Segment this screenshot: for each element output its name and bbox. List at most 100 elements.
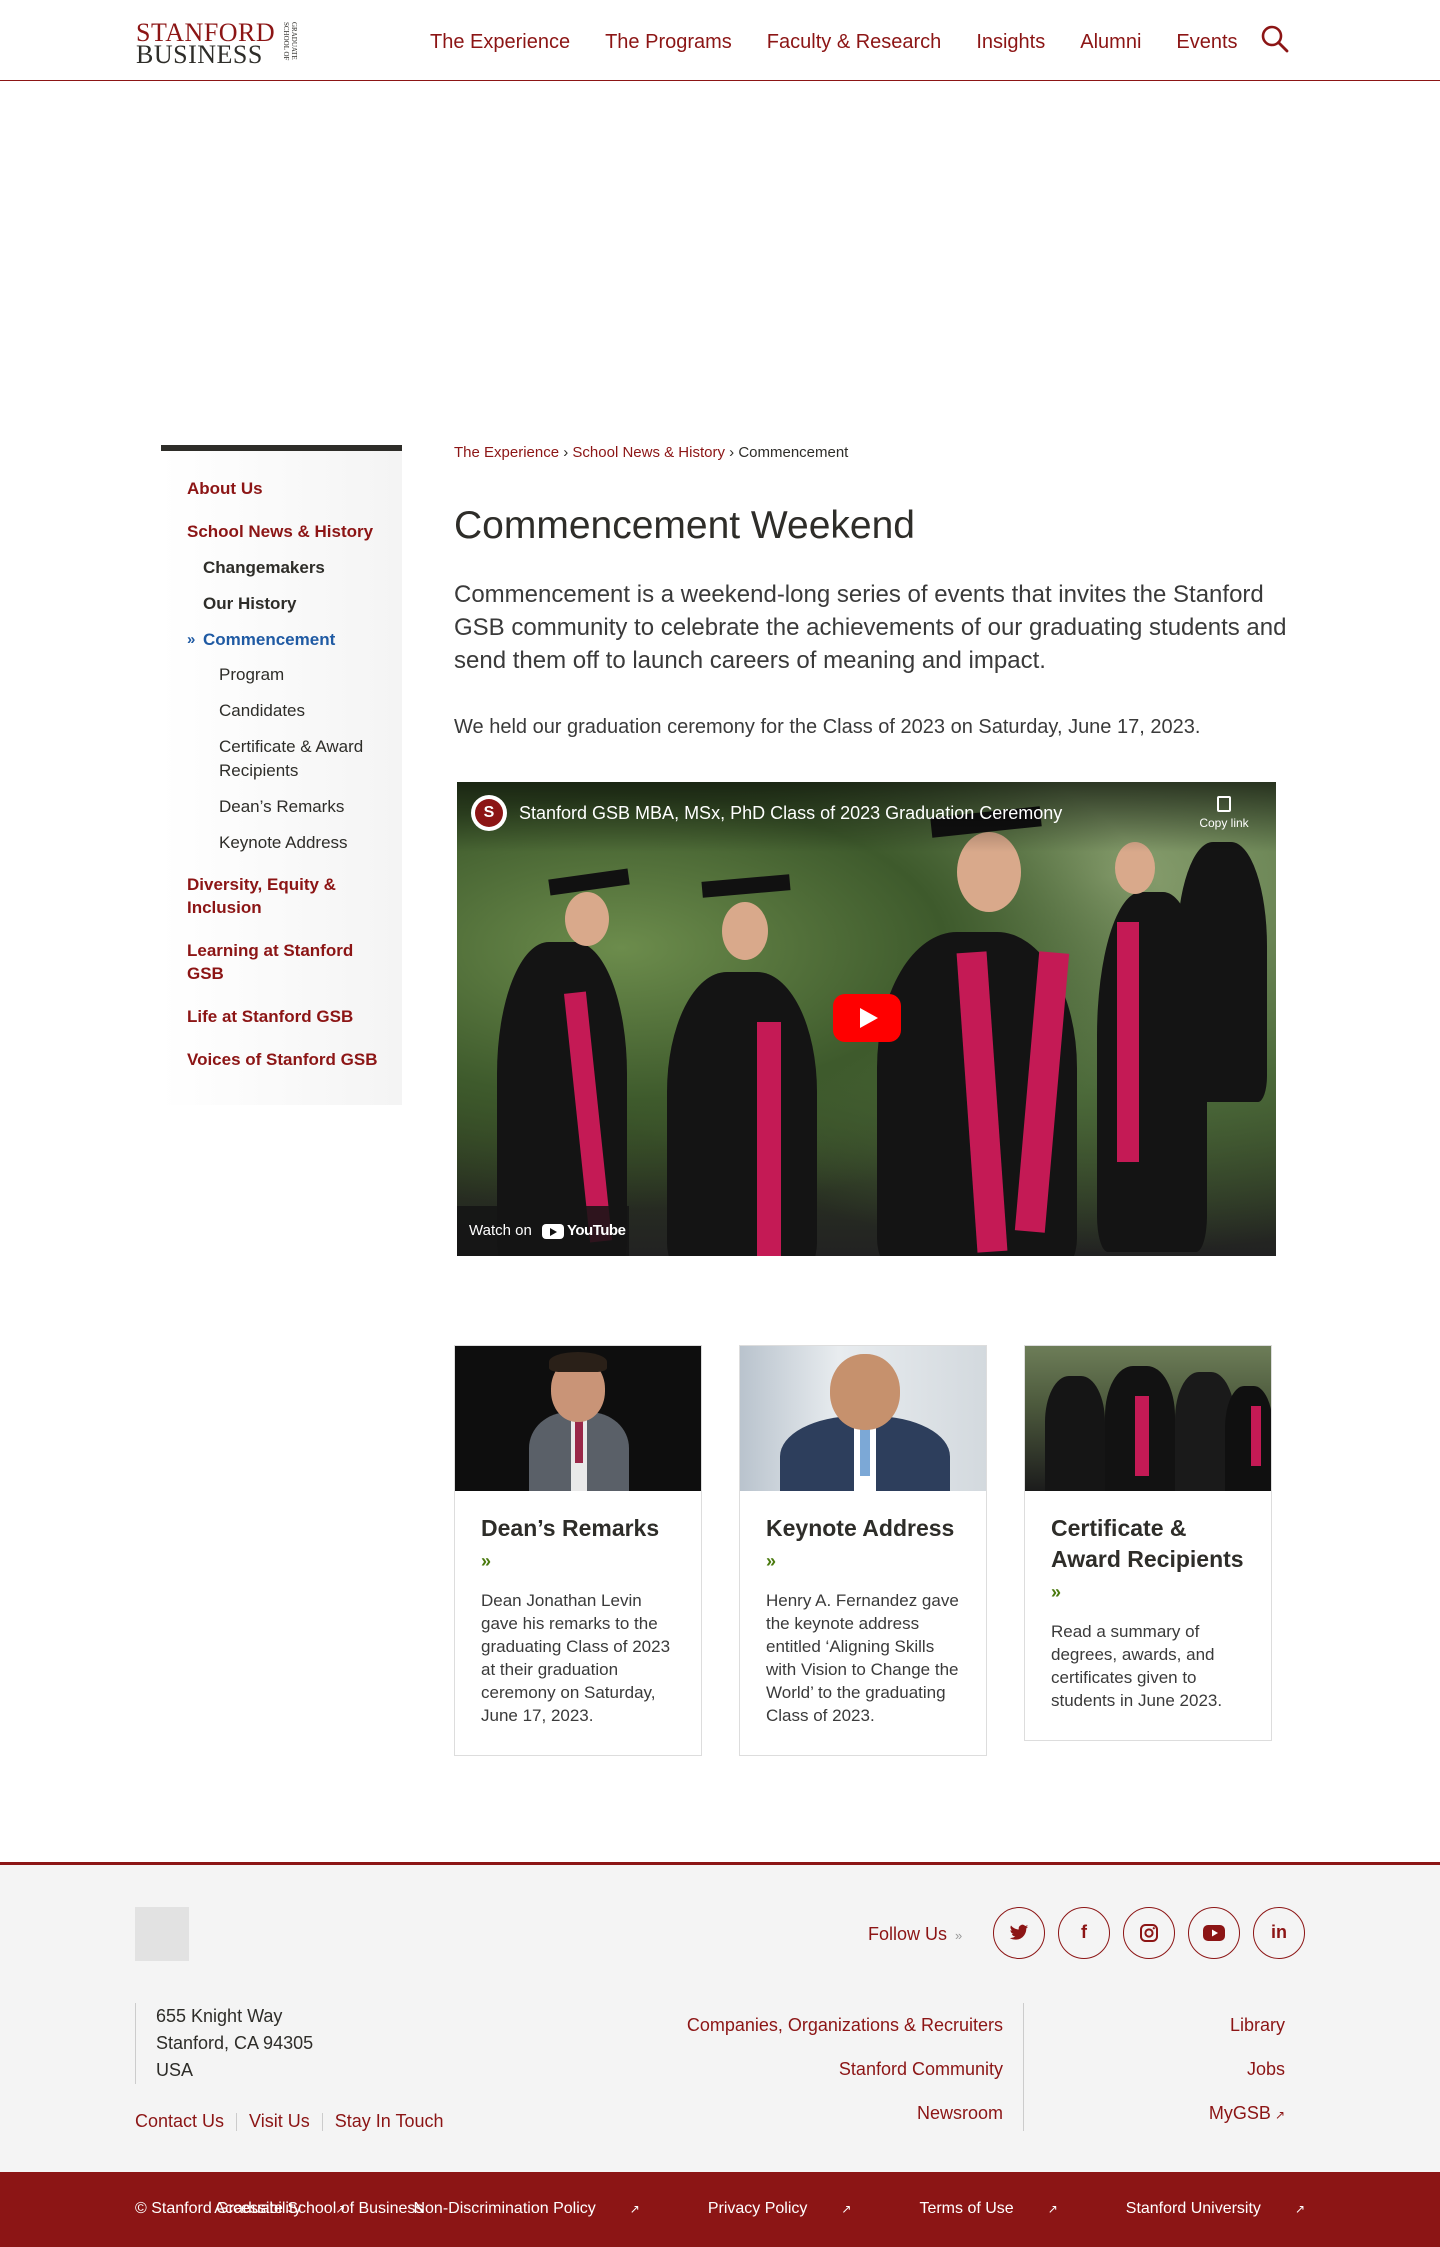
footer-link-jobs[interactable]: Jobs [1247,2059,1285,2079]
legal-link-terms[interactable]: Terms of Use ↗ [885,2200,1057,2218]
footer-link-companies[interactable]: Companies, Organizations & Recruiters [687,2015,1003,2035]
address-line: 655 Knight Way [156,2006,283,2026]
divider [321,2113,323,2132]
external-link-icon: ↗ [335,2202,346,2216]
footer-address: 655 Knight Way Stanford, CA 94305 USA [135,2003,313,2084]
card-certificate-award[interactable]: Certificate & Award Recipients » Read a … [1024,1345,1272,1741]
double-chevron-right-icon: » [955,1928,963,1943]
card-deans-remarks[interactable]: Dean’s Remarks » Dean Jonathan Levin gav… [454,1345,702,1756]
footer-contact-links: Contact Us Visit Us Stay In Touch [135,2111,443,2132]
footer-link-mygsb-label: MyGSB [1208,2103,1271,2123]
legal-link-stanford-university[interactable]: Stanford University ↗ [1092,2200,1305,2218]
sidebar-item-life[interactable]: Life at Stanford GSB [161,1005,402,1028]
youtube-icon[interactable] [1188,1907,1240,1959]
follow-us-label: Follow Us [868,1924,948,1944]
footer-link-contact-us[interactable]: Contact Us [135,2111,224,2131]
card-title[interactable]: Certificate & Award Recipients » [1025,1491,1271,1608]
logo-line-2: BUSINESS [136,40,263,69]
legal-link-non-discrimination[interactable]: Non-Discrimination Policy ↗ [379,2200,639,2218]
follow-us: Follow Us » [868,1924,962,1945]
portrait-tie [860,1424,870,1476]
breadcrumb-school-news[interactable]: School News & History [572,444,725,461]
breadcrumb-current: Commencement [738,444,849,461]
site-header: STANFORD BUSINESS GRADUATE SCHOOL OF The… [0,0,1440,81]
video-title[interactable]: Stanford GSB MBA, MSx, PhD Class of 2023… [519,802,1062,824]
channel-avatar-initial: S [475,799,503,827]
sidebar-item-learning[interactable]: Learning at Stanford GSB [161,939,402,985]
footer-logo-placeholder[interactable] [135,1907,189,1961]
double-chevron-right-icon: » [481,1551,492,1571]
copy-link-button[interactable]: Copy link [1194,796,1254,830]
footer-link-mygsb[interactable]: MyGSB ↗ [1209,2103,1285,2123]
channel-avatar[interactable]: S [471,795,507,831]
card-title[interactable]: Keynote Address » [740,1491,986,1577]
intro-paragraph: Commencement is a weekend-long series of… [454,581,1287,674]
sidebar-item-about-us[interactable]: About Us [161,477,402,500]
breadcrumb: The Experience › School News & History ›… [454,443,848,463]
copy-icon [1217,796,1231,812]
sidebar-item-diversity[interactable]: Diversity, Equity & Inclusion [161,873,402,919]
sidebar-item-voices[interactable]: Voices of Stanford GSB [161,1048,402,1071]
chevron-right-icon: » [187,631,196,648]
footer-link-stay-in-touch[interactable]: Stay In Touch [335,2111,444,2131]
external-link-icon: ↗ [1294,2202,1305,2216]
sidebar-item-certificate-award[interactable]: Certificate & Award Recipients [161,735,402,783]
sidebar-item-commencement[interactable]: » Commencement [161,628,402,651]
legal-link-label: Non-Discrimination Policy [413,2200,596,2217]
footer-link-newsroom[interactable]: Newsroom [917,2103,1003,2123]
sidebar-item-deans-remarks[interactable]: Dean’s Remarks [161,795,402,819]
sidebar-item-changemakers[interactable]: Changemakers [161,556,402,579]
legal-link-accessibility[interactable]: Accessibility ↗ [180,2200,345,2218]
card-title[interactable]: Dean’s Remarks » [455,1491,701,1577]
instagram-icon[interactable] [1123,1907,1175,1959]
watch-on-label: Watch on [469,1222,532,1239]
graduate-stole [1117,922,1139,1162]
footer-link-stanford-community[interactable]: Stanford Community [839,2059,1003,2079]
address-line: Stanford, CA 94305 [156,2033,314,2053]
dean-portrait-image [455,1346,701,1491]
external-link-icon: ↗ [629,2202,640,2216]
footer-link-visit-us[interactable]: Visit Us [249,2111,310,2131]
card-keynote-address[interactable]: Keynote Address » Henry A. Fernandez gav… [739,1345,987,1756]
youtube-icon [541,1223,564,1239]
card-title-text: Keynote Address [766,1515,955,1541]
ceremony-date-paragraph: We held our graduation ceremony for the … [454,716,1201,738]
legal-link-label: Privacy Policy [707,2200,808,2217]
search-icon[interactable] [1260,24,1290,54]
sidebar-item-school-news-history[interactable]: School News & History [161,520,402,543]
card-description: Henry A. Fernandez gave the keynote addr… [766,1591,959,1725]
watch-on-youtube-button[interactable]: Watch on YouTube [457,1206,629,1256]
external-link-icon: ↗ [1274,2108,1285,2122]
breadcrumb-the-experience[interactable]: The Experience [454,444,559,461]
sidebar-item-program[interactable]: Program [161,663,402,687]
breadcrumb-separator: › [563,444,569,461]
external-link-icon: ↗ [1047,2202,1058,2216]
legal-link-privacy[interactable]: Privacy Policy ↗ [674,2200,852,2218]
divider [236,2113,238,2132]
nav-events[interactable]: Events [1176,29,1237,55]
sidebar-item-our-history[interactable]: Our History [161,592,402,615]
graduate-stole [757,1022,781,1256]
nav-insights[interactable]: Insights [976,29,1045,55]
crowd-figure [1225,1386,1271,1491]
nav-the-programs[interactable]: The Programs [605,29,732,55]
nav-alumni[interactable]: Alumni [1080,29,1141,55]
footer-link-library[interactable]: Library [1230,2015,1285,2035]
sidebar-item-keynote-address[interactable]: Keynote Address [161,831,402,855]
nav-faculty-research[interactable]: Faculty & Research [767,29,942,55]
portrait-tie [575,1418,583,1463]
nav-the-experience[interactable]: The Experience [430,29,570,55]
sidebar-item-candidates[interactable]: Candidates [161,699,402,723]
twitter-icon[interactable] [993,1907,1045,1959]
facebook-icon[interactable]: f [1058,1907,1110,1959]
logo-vertical-text: GRADUATE SCHOOL OF [282,22,298,61]
legal-link-label: Accessibility [214,2200,302,2217]
youtube-video-embed[interactable]: S Stanford GSB MBA, MSx, PhD Class of 20… [457,782,1276,1256]
linkedin-icon[interactable]: in [1253,1907,1305,1959]
stanford-gsb-logo[interactable]: STANFORD BUSINESS GRADUATE SCHOOL OF [136,20,298,69]
sidebar-item-commencement-label: Commencement [203,630,336,649]
legal-bar: © Stanford Graduate School of Business A… [0,2172,1440,2247]
crowd-figure [1045,1376,1105,1491]
play-button[interactable] [833,994,901,1042]
copy-link-label: Copy link [1199,816,1249,830]
